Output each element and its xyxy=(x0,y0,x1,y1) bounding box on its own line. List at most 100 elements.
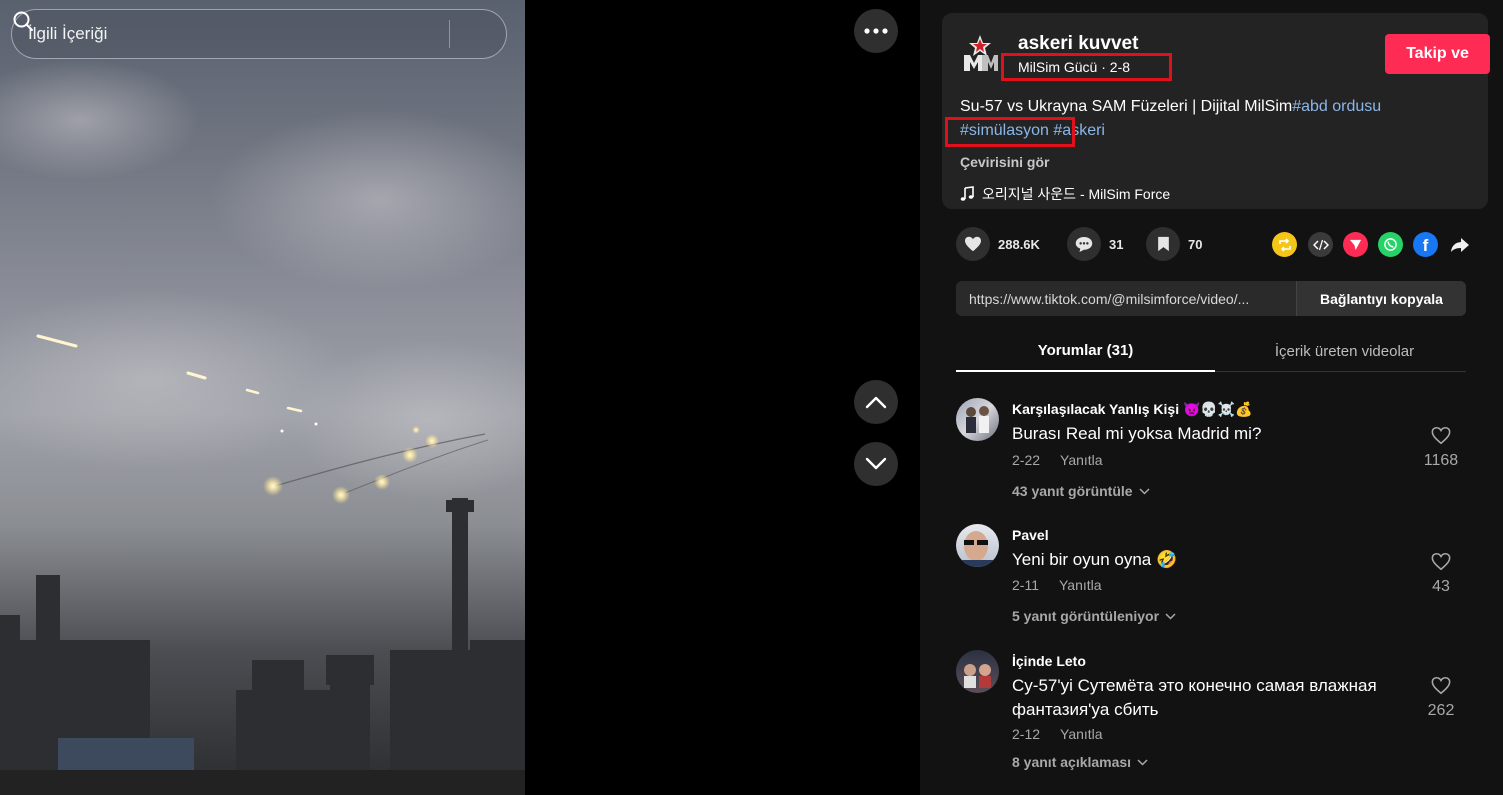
reply-button[interactable]: Yanıtla xyxy=(1060,726,1103,742)
save-icon-wrap xyxy=(1146,227,1180,261)
avatar-photo-icon xyxy=(956,531,999,567)
send-icon[interactable] xyxy=(1343,232,1368,257)
comment-bubble-icon xyxy=(1075,236,1093,252)
comment-date: 2-11 xyxy=(1012,577,1039,593)
heart-outline-icon xyxy=(1431,676,1451,695)
related-content-search xyxy=(11,9,507,59)
chevron-down-icon xyxy=(1139,487,1150,495)
comment-date: 2-22 xyxy=(1012,452,1041,468)
search-input[interactable] xyxy=(12,10,449,58)
milsim-logo-icon xyxy=(964,35,998,71)
repost-arrows-icon xyxy=(1278,237,1291,252)
commenter-avatar[interactable] xyxy=(956,524,999,567)
paper-plane-icon xyxy=(1349,239,1362,251)
reply-button[interactable]: Yanıtla xyxy=(1059,577,1102,593)
chevron-down-icon xyxy=(1165,612,1176,620)
like-button[interactable]: 288.6K xyxy=(956,227,1040,261)
search-button[interactable] xyxy=(13,10,506,58)
whatsapp-phone-icon xyxy=(1384,238,1397,251)
video-player[interactable] xyxy=(0,0,525,795)
commenter-avatar[interactable] xyxy=(956,398,999,441)
comment-like-count: 1168 xyxy=(1423,452,1459,469)
comment-text: Yeni bir oyun oyna 🤣 xyxy=(1012,550,1178,569)
comment-text: Су-57'yi Сутемёта это конечно самая влаж… xyxy=(1012,676,1377,719)
forward-arrow-icon xyxy=(1450,237,1469,252)
commenter-avatar[interactable] xyxy=(956,650,999,693)
embed-icon[interactable] xyxy=(1308,232,1333,257)
whatsapp-icon[interactable] xyxy=(1378,232,1403,257)
commenter-name[interactable]: İçinde Leto xyxy=(1012,653,1086,669)
details-panel: askeri kuvvet MilSim Gücü · 2-8 Takip ve… xyxy=(920,0,1503,795)
repost-icon[interactable] xyxy=(1272,232,1297,257)
caption-text: Su-57 vs Ukrayna SAM Füzeleri | Dijital … xyxy=(960,98,1293,115)
chevron-down-icon xyxy=(1137,758,1148,766)
next-video-button[interactable] xyxy=(854,442,898,486)
commenter-name[interactable]: Karşılaşılacak Yanlış Kişi 👿💀☠️💰 xyxy=(1012,401,1253,418)
view-replies-button[interactable]: 43 yanıt görüntüle xyxy=(1012,483,1150,499)
heart-outline-icon xyxy=(1431,552,1451,571)
author-avatar[interactable] xyxy=(960,33,1000,73)
video-url[interactable]: https://www.tiktok.com/@milsimforce/vide… xyxy=(956,291,1296,307)
video-link-bar: https://www.tiktok.com/@milsimforce/vide… xyxy=(956,281,1466,316)
comment-like-button[interactable]: 262 xyxy=(1416,676,1466,720)
previous-video-button[interactable] xyxy=(854,380,898,424)
save-count: 70 xyxy=(1188,236,1203,252)
tiktok-video-page: askeri kuvvet MilSim Gücü · 2-8 Takip ve… xyxy=(0,0,1503,795)
commenter-name[interactable]: Pavel xyxy=(1012,527,1049,543)
tab-comments[interactable]: Yorumlar (31) xyxy=(956,330,1215,372)
see-translation-link[interactable]: Çevirisini gör xyxy=(960,154,1049,170)
comment-like-button[interactable]: 43 xyxy=(1416,552,1466,596)
comment-like-count: 262 xyxy=(1427,702,1455,719)
save-button[interactable]: 70 xyxy=(1146,227,1202,261)
comment-item: Karşılaşılacak Yanlış Kişi 👿💀☠️💰 Burası … xyxy=(956,398,1466,508)
comment-count: 31 xyxy=(1109,236,1124,252)
comment-like-count: 43 xyxy=(1432,578,1450,595)
facebook-icon[interactable]: f xyxy=(1413,232,1438,257)
follow-button[interactable]: Takip ve xyxy=(1385,34,1490,74)
highlight-box-subtitle xyxy=(1001,53,1172,81)
search-icon xyxy=(13,11,33,31)
heart-outline-icon xyxy=(1431,426,1451,445)
comment-button[interactable]: 31 xyxy=(1067,227,1123,261)
more-options-button[interactable] xyxy=(854,9,898,53)
comment-meta: 2-12 Yanıtla xyxy=(1012,726,1103,742)
view-replies-button[interactable]: 8 yanıt açıklaması xyxy=(1012,754,1148,770)
like-count: 288.6K xyxy=(998,236,1040,252)
view-replies-button[interactable]: 5 yanıt görüntüleniyor xyxy=(1012,608,1176,624)
avatar-photo-icon xyxy=(964,664,991,688)
comment-tabs: Yorumlar (31) İçerik üreten videolar xyxy=(956,330,1466,372)
copy-link-button[interactable]: Bağlantıyı kopyala xyxy=(1296,281,1466,316)
like-icon-wrap xyxy=(956,227,990,261)
view-replies-label: 8 yanıt açıklaması xyxy=(1012,754,1132,770)
comment-meta: 2-22 Yanıtla xyxy=(1012,452,1103,468)
comment-item: Pavel Yeni bir oyun oyna 🤣 2-11 Yanıtla 5… xyxy=(956,524,1466,634)
reply-button[interactable]: Yanıtla xyxy=(1060,452,1103,468)
comment-item: İçinde Leto Су-57'yi Сутемёта это конечн… xyxy=(956,650,1466,780)
hashtag-abd-ordusu[interactable]: #abd ordusu xyxy=(1292,98,1381,115)
video-info-card: askeri kuvvet MilSim Gücü · 2-8 Takip ve… xyxy=(942,13,1490,209)
music-label: 오리지널 사운드 - MilSim Force xyxy=(982,186,1171,202)
comment-date: 2-12 xyxy=(1012,726,1041,742)
author-name[interactable]: askeri kuvvet xyxy=(1018,33,1138,55)
view-replies-label: 5 yanıt görüntüleniyor xyxy=(1012,608,1160,624)
music-link[interactable]: 오리지널 사운드 - MilSim Force xyxy=(960,184,1170,204)
facebook-f-glyph: f xyxy=(1422,236,1429,255)
comment-text: Burası Real mi yoksa Madrid mi? xyxy=(1012,424,1262,443)
music-note-icon xyxy=(960,186,974,201)
chevron-up-icon xyxy=(865,396,887,409)
avatar-photo-icon xyxy=(966,406,989,433)
engagement-bar: 288.6K 31 70 f xyxy=(956,225,1469,263)
view-replies-label: 43 yanıt görüntüle xyxy=(1012,483,1133,499)
tab-creator-videos[interactable]: İçerik üreten videolar xyxy=(1215,330,1474,372)
comment-like-button[interactable]: 1168 xyxy=(1416,426,1466,470)
comment-meta: 2-11 Yanıtla xyxy=(1012,577,1102,593)
video-frame-scene xyxy=(0,60,525,795)
highlight-box-hashtag xyxy=(945,117,1075,147)
chevron-down-icon xyxy=(865,457,887,470)
ellipsis-icon xyxy=(864,28,888,34)
share-arrow-icon[interactable] xyxy=(1447,232,1472,257)
comment-icon-wrap xyxy=(1067,227,1101,261)
bookmark-icon xyxy=(1157,236,1169,252)
heart-icon xyxy=(965,236,981,252)
code-brackets-icon xyxy=(1312,239,1329,250)
